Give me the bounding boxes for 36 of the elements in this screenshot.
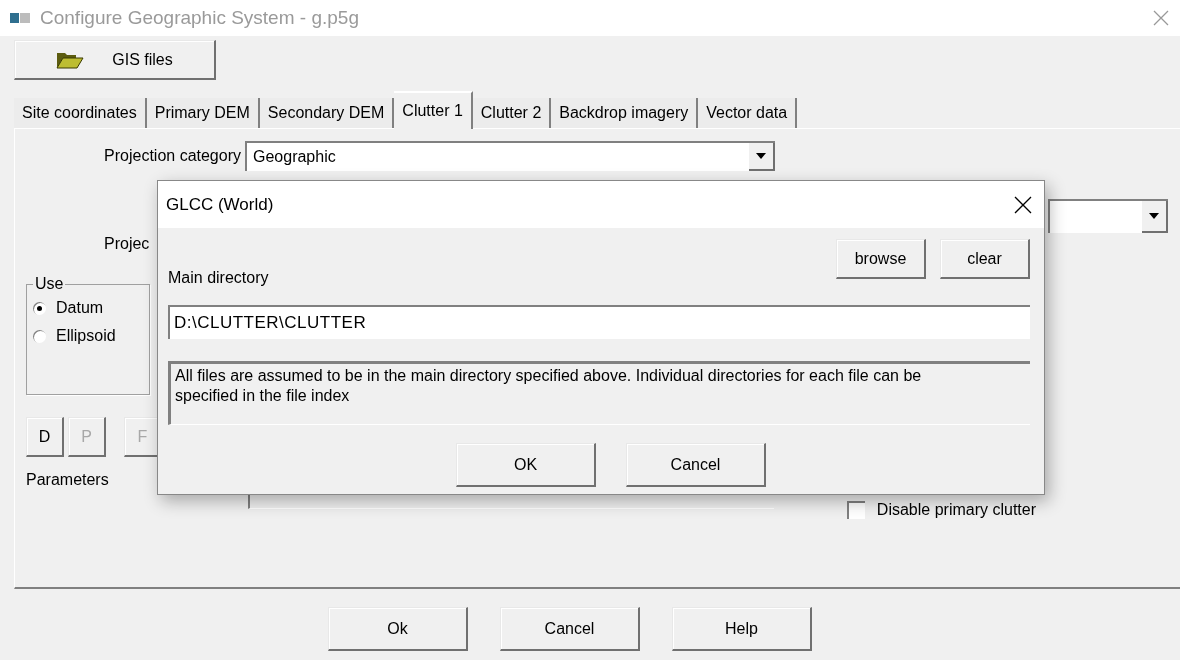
disable-primary-clutter-checkbox[interactable]: Disable primary clutter [846,501,1036,519]
directory-field[interactable]: D:\CLUTTER\CLUTTER [168,305,1030,339]
field-label: Projection category [103,147,242,165]
clutter-model-combobox[interactable] [1048,199,1168,233]
folder-icon [56,50,85,69]
tab[interactable]: Vector data [698,98,798,128]
dialog-title: GLCC (World) [166,194,274,215]
tab[interactable]: Secondary DEM [259,98,395,128]
dialog-button[interactable]: Cancel [626,443,766,487]
close-icon [1152,9,1170,27]
app-icon [10,11,32,25]
dialog-button[interactable]: OK [456,443,596,487]
info-text: All files are assumed to be in the main directory specified above. Individual directories for each file can be specified in the file index [168,361,1030,425]
tab[interactable]: Primary DEM [146,98,260,128]
dialog-button[interactable]: Help [672,607,812,651]
dialog-button[interactable]: Cancel [500,607,640,651]
parameter-button[interactable]: D [26,417,64,457]
dropdown-arrow-icon [1149,213,1159,219]
dropdown-arrow-icon [756,153,766,159]
gis-files-button[interactable]: GIS files [14,40,216,80]
tab[interactable]: Clutter 2 [472,98,552,128]
dialog-button[interactable]: Ok [328,607,468,651]
radio-option[interactable]: Ellipsoid [33,327,143,345]
close-icon[interactable] [1014,195,1032,214]
tab[interactable]: Site coordinates [14,98,147,128]
clear-button[interactable]: clear [940,239,1030,279]
field-label: Projec [104,235,150,253]
projection-category-combobox[interactable]: Geographic [245,141,775,171]
group-title: Use [34,275,65,293]
browse-button[interactable]: browse [836,239,926,279]
window-title: Configure Geographic System - g.p5g [40,7,360,29]
field-label: Main directory [168,269,269,287]
radio-option[interactable]: Datum [33,299,143,317]
tab[interactable]: Clutter 1 [394,91,473,129]
field-label: Parameters [26,471,110,489]
tab[interactable]: Backdrop imagery [551,98,699,128]
